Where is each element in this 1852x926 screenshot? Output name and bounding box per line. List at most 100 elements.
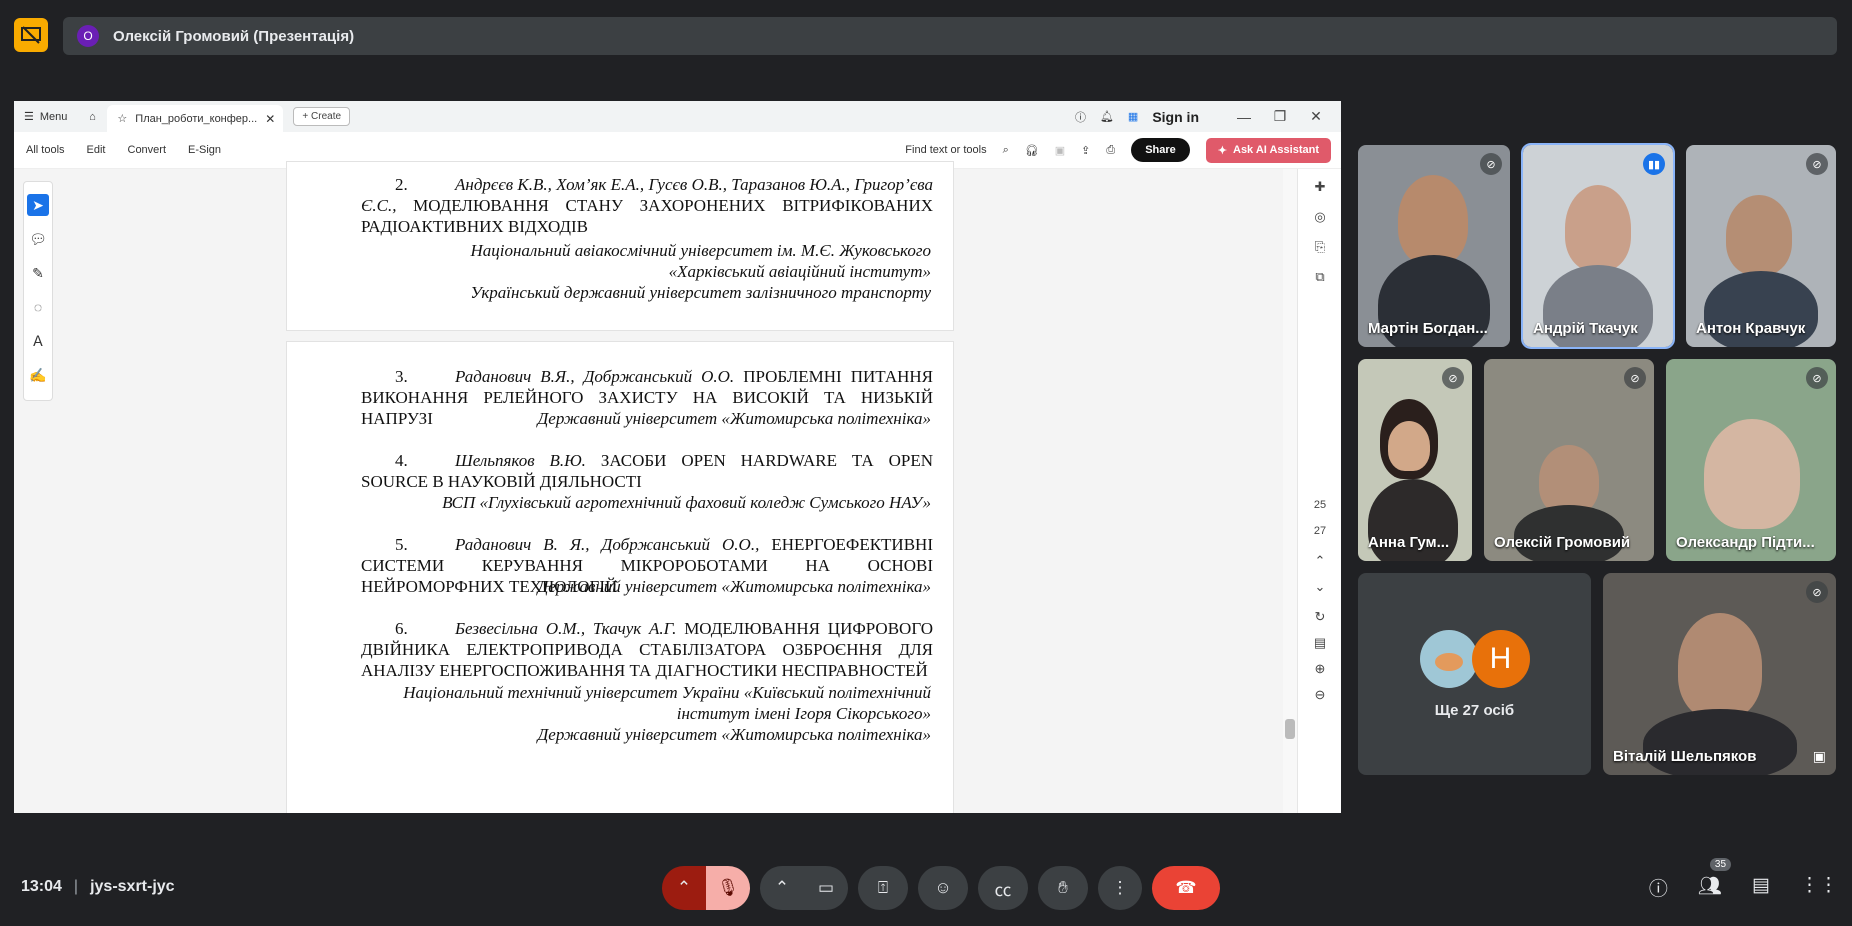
document-icon[interactable]: ▤ [1309,635,1331,651]
screen-share-icon: ▣ [1812,748,1826,764]
mic-off-icon: ⊘ [1806,153,1828,175]
ai-edit-icon[interactable]: ✚ [1309,179,1331,195]
refresh-icon[interactable]: ↻ [1309,609,1331,625]
pdf-page-1: 2. Андрєєв К.В., Хом’як Е.А., Гусєв О.В.,… [286,161,954,331]
ai-icon: ✦ [1217,144,1227,157]
entry-2: 2. Андрєєв К.В., Хом’як Е.А., Гусєв О.В.,… [361,174,933,237]
participant-tile[interactable]: ⊘ Мартін Богдан... [1358,145,1510,347]
present-screen-icon: ⍐ [877,878,889,897]
participant-tile[interactable]: ⊘ Олексій Громовий [1484,359,1654,561]
presenter-name: Олексій Громовий (Презентація) [113,27,355,45]
zoom-in-icon[interactable]: ⊕ [1309,661,1331,677]
tab-title: План_роботи_конфер... [135,112,258,125]
reactions-button[interactable]: ☺ [918,866,968,910]
copy-pages-icon[interactable]: ⧉ [1309,269,1331,285]
people-icon[interactable]: 👥︎ 35 [1698,858,1732,901]
share-button[interactable]: Share [1131,138,1190,162]
text-box-icon[interactable]: Ａ [27,330,49,352]
mic-off-icon: ⊘ [1442,367,1464,389]
stop-presenting-icon[interactable] [14,18,48,52]
participant-tile[interactable]: ⊘ Антон Кравчук [1686,145,1836,347]
comment-thread-icon[interactable]: ◎ [1309,209,1331,225]
comment-icon[interactable]: 💬︎ [27,228,49,250]
home-icon[interactable]: ⌂ [77,111,107,123]
entry-number: 3. [395,367,408,386]
mic-off-icon: ⊘ [1624,367,1646,389]
more-participants-label: Ще 27 осіб [1434,701,1515,719]
mic-off-icon: ⊘ [1806,367,1828,389]
speaking-indicator-icon: ▮▮ [1643,153,1665,175]
activities-icon[interactable]: ⋮⋮ [1800,874,1838,901]
mic-off-icon: 🎙︎ [717,878,739,897]
star-icon[interactable]: ☆ [117,112,127,125]
entry-number: 5. [395,535,408,554]
hang-up-icon: ☎ [1175,878,1197,897]
pen-icon[interactable]: ✎ [27,262,49,284]
participant-tile[interactable]: ⊘ Олександр Підти... [1666,359,1836,561]
participant-tile[interactable]: ▮▮ Андрій Ткачук [1521,143,1675,349]
page-down-icon[interactable]: ⌄ [1309,579,1331,595]
zoom-out-icon[interactable]: ⊖ [1309,687,1331,703]
entry-number: 6. [395,619,408,638]
menu-edit[interactable]: Edit [87,144,106,156]
entry-authors: Шельпяков В.Ю. [455,451,586,470]
page-number-current[interactable]: 25 [1304,499,1336,511]
present-button[interactable]: ⍐ [858,866,908,910]
entry-affiliation: Національний авіакосмічний університет і… [470,241,931,281]
raise-hand-button[interactable]: ✋︎ [1038,866,1088,910]
participant-name: Анна Гум... [1368,534,1450,551]
mic-toggle-button[interactable]: 🎙︎ [706,866,750,910]
entry-affiliation: Державний університет «Житомирська політ… [537,409,931,428]
menu-esign[interactable]: E-Sign [188,144,221,156]
headphones-icon[interactable]: 🎧︎ [1025,144,1039,157]
scrollbar[interactable] [1283,169,1297,813]
more-participants-tile[interactable]: Н Ще 27 осіб [1358,573,1591,775]
close-tab-icon[interactable]: ✕ [265,112,275,126]
document-area: ➤ 💬︎ ✎ ◌ Ａ ✍ 2. Андрєєв К.В., Хом’як Е.А.… [14,161,1341,813]
leave-call-button[interactable]: ☎ [1152,866,1220,910]
entry-authors: Раданович В. Я., Добржанський О.О., [455,535,760,554]
create-button[interactable]: + Create [293,107,351,126]
create-label: Create [311,111,342,122]
pdf-page-2: 3. Раданович В.Я., Добржанський О.О. ПРОБ… [286,341,954,813]
bookmark-icon[interactable]: ⎘ [1309,239,1331,255]
ask-ai-label: Ask AI Assistant [1233,144,1319,156]
chat-icon[interactable]: ▤ [1752,874,1770,901]
close-window-icon[interactable]: ✕ [1305,108,1327,125]
avatar [1419,629,1478,688]
search-icon[interactable]: ⌕ [1003,144,1009,157]
upload-icon[interactable]: ⇪ [1081,144,1090,157]
menu-button[interactable]: ☰ Menu [14,101,77,132]
scroll-thumb[interactable] [1285,719,1295,739]
info-icon[interactable]: ⓘ [1649,874,1668,901]
document-tab[interactable]: ☆ План_роботи_конфер... ✕ [107,105,284,132]
save-icon[interactable]: ▣ [1055,144,1065,157]
page-up-icon[interactable]: ⌃ [1309,553,1331,569]
print-icon[interactable]: ⎙ [1106,144,1115,157]
menu-convert[interactable]: Convert [128,144,167,156]
restore-icon[interactable]: ❐ [1269,108,1291,125]
menu-all-tools[interactable]: All tools [26,144,65,156]
participant-name: Олексій Громовий [1494,534,1631,551]
entry-affiliation: Державний університет «Житомирська політ… [537,577,931,596]
video-options-button[interactable]: ⌃ [760,866,804,910]
ask-ai-button[interactable]: ✦ Ask AI Assistant [1205,137,1331,163]
apps-grid-icon[interactable]: ▦ [1128,110,1138,123]
participant-tile[interactable]: ⊘ Анна Гум... [1358,359,1472,561]
sign-in-button[interactable]: Sign in [1152,109,1199,125]
more-options-button[interactable]: ⋮ [1098,866,1142,910]
audio-options-button[interactable]: ⌃ [662,866,706,910]
help-icon[interactable]: ⓘ [1075,109,1086,125]
camera-toggle-button[interactable]: ▭ [804,866,848,910]
participant-name: Віталій Шельпяков [1613,748,1757,765]
emoji-icon: ☺ [934,878,952,897]
annotation-toolbar: ➤ 💬︎ ✎ ◌ Ａ ✍ [23,181,53,401]
bell-icon[interactable]: 🔔︎ [1100,110,1114,123]
select-cursor-icon[interactable]: ➤ [27,194,49,216]
minimize-icon[interactable]: — [1233,109,1255,125]
sign-icon[interactable]: ✍ [27,364,49,386]
find-tools[interactable]: Find text or tools [905,144,986,156]
lasso-icon[interactable]: ◌ [27,296,49,318]
captions-button[interactable]: ㏄ [978,866,1028,910]
participant-tile[interactable]: ⊘ Віталій Шельпяков ▣ [1603,573,1836,775]
